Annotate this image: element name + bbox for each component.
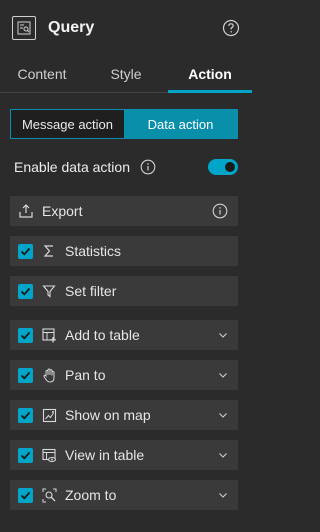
set-filter-checkbox[interactable] <box>18 283 33 299</box>
show-map-icon <box>41 407 57 423</box>
chevron-down-icon[interactable] <box>218 410 228 420</box>
action-item-show-on-map[interactable]: Show on map <box>10 400 238 430</box>
sigma-icon <box>41 243 57 259</box>
zoom-to-checkbox[interactable] <box>18 487 33 503</box>
chevron-down-icon[interactable] <box>218 370 228 380</box>
message-action-button[interactable]: Message action <box>11 110 124 138</box>
query-settings-panel: Query Content Style Action Message actio… <box>0 0 252 532</box>
show-on-map-checkbox[interactable] <box>18 407 33 423</box>
export-info-icon[interactable] <box>212 203 228 219</box>
action-item-add-to-table[interactable]: Add to table <box>10 320 238 350</box>
action-item-zoom-to[interactable]: Zoom to <box>10 480 238 510</box>
tab-bar: Content Style Action <box>0 56 252 93</box>
export-row[interactable]: Export <box>10 196 238 226</box>
set-filter-label: Set filter <box>65 283 117 299</box>
hand-icon <box>41 367 57 383</box>
statistics-label: Statistics <box>65 243 122 259</box>
action-item-view-in-table[interactable]: View in table <box>10 440 238 470</box>
show-on-map-label: Show on map <box>65 407 151 423</box>
enable-data-action-label: Enable data action <box>14 159 130 175</box>
zoom-to-label: Zoom to <box>65 487 117 503</box>
action-type-segmented-control: Message action Data action <box>10 109 238 139</box>
tab-style[interactable]: Style <box>84 56 168 92</box>
help-circle-icon[interactable] <box>222 19 240 37</box>
add-table-icon <box>41 327 57 343</box>
statistics-checkbox[interactable] <box>18 243 33 259</box>
pan-to-checkbox[interactable] <box>18 367 33 383</box>
zoom-to-icon <box>41 487 57 503</box>
action-item-set-filter[interactable]: Set filter <box>10 276 238 306</box>
enable-data-action-toggle[interactable] <box>208 159 238 175</box>
panel-header: Query <box>0 0 252 56</box>
enable-data-action-row: Enable data action <box>14 153 238 181</box>
filter-icon <box>41 283 57 299</box>
toggle-knob <box>225 162 235 172</box>
query-widget-icon <box>12 16 36 40</box>
data-action-button[interactable]: Data action <box>124 110 237 138</box>
pan-to-label: Pan to <box>65 367 106 383</box>
add-to-table-checkbox[interactable] <box>18 327 33 343</box>
chevron-down-icon[interactable] <box>218 450 228 460</box>
tab-action[interactable]: Action <box>168 56 252 93</box>
chevron-down-icon[interactable] <box>218 330 228 340</box>
export-label: Export <box>42 203 83 219</box>
view-in-table-checkbox[interactable] <box>18 447 33 463</box>
view-in-table-label: View in table <box>65 447 145 463</box>
info-icon[interactable] <box>140 159 156 175</box>
add-to-table-label: Add to table <box>65 327 140 343</box>
view-table-icon <box>41 447 57 463</box>
action-item-pan-to[interactable]: Pan to <box>10 360 238 390</box>
export-icon <box>19 204 33 218</box>
chevron-down-icon[interactable] <box>218 490 228 500</box>
tab-content[interactable]: Content <box>0 56 84 92</box>
page-title: Query <box>48 19 95 36</box>
action-item-statistics[interactable]: Statistics <box>10 236 238 266</box>
